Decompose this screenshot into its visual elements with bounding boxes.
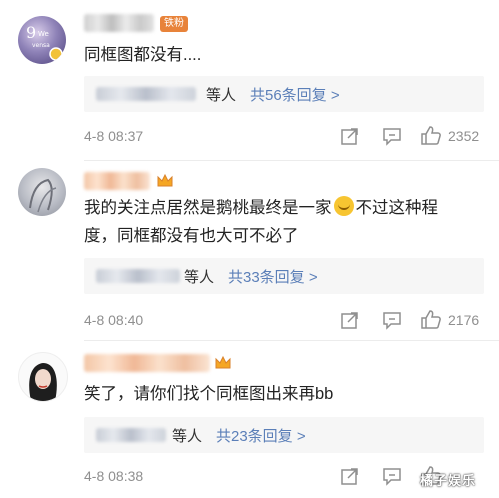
avatar[interactable] xyxy=(18,352,68,402)
comment-icon[interactable] xyxy=(382,126,402,146)
comment-icon[interactable] xyxy=(382,466,402,486)
reply-box[interactable]: 等人 共23条回复 > xyxy=(84,417,484,453)
reply-count-link[interactable]: 共23条回复 > xyxy=(216,425,306,446)
like-count: 2352 xyxy=(448,128,480,144)
username-blurred[interactable] xyxy=(84,354,210,372)
watermark: 橘子娱乐 xyxy=(420,473,477,488)
reply-who: 等人 xyxy=(172,428,203,445)
fan-badge: 铁粉 xyxy=(160,16,188,32)
username-blurred[interactable] xyxy=(84,14,154,32)
reply-names-blurred xyxy=(96,428,166,442)
reply-who: 等人 xyxy=(206,87,237,104)
like-count: 2176 xyxy=(448,312,480,328)
svg-text:We: We xyxy=(38,30,49,38)
comment-text: 我的关注点居然是鹅桃最终是一家 不过这种程 度，同框都没有也大可不必了 xyxy=(84,194,494,250)
comment-time: 4-8 08:38 xyxy=(84,468,144,484)
share-icon[interactable] xyxy=(340,466,360,486)
avatar[interactable]: 9 We vensa xyxy=(18,16,66,64)
reply-who: 等人 xyxy=(184,269,215,286)
comment-item: 我的关注点居然是鹅桃最终是一家 不过这种程 度，同框都没有也大可不必了 等人 共3… xyxy=(0,162,499,342)
avatar[interactable] xyxy=(18,168,66,216)
crown-badge-icon xyxy=(215,355,231,369)
share-icon[interactable] xyxy=(340,126,360,146)
comment-text: 同框图都没有.... xyxy=(84,41,201,69)
like-icon[interactable] xyxy=(420,308,442,330)
reply-names-blurred xyxy=(96,269,180,283)
avatar-art xyxy=(29,363,57,401)
svg-text:9: 9 xyxy=(26,23,36,42)
reply-names-blurred xyxy=(96,87,196,101)
reply-count-link[interactable]: 共56条回复 > xyxy=(250,84,340,105)
comment-text-line: 度，同框都没有也大可不必了 xyxy=(84,227,299,245)
laughing-tears-emoji-icon xyxy=(333,196,354,216)
comment-divider xyxy=(84,340,499,341)
reply-box[interactable]: 等人 共56条回复 > xyxy=(84,76,484,112)
reply-count-link[interactable]: 共33条回复 > xyxy=(228,266,318,287)
comment-text-line: 笑了，请你们找个同框图出来再bb xyxy=(84,385,334,403)
avatar-art xyxy=(29,178,57,213)
svg-text:vensa: vensa xyxy=(32,42,50,49)
crown-badge-icon xyxy=(157,173,173,187)
reply-box[interactable]: 等人 共33条回复 > xyxy=(84,258,484,294)
comment-time: 4-8 08:40 xyxy=(84,312,144,328)
like-icon[interactable] xyxy=(420,124,442,146)
avatar-art: 9 We vensa xyxy=(26,23,63,61)
comment-text-segment: 我的关注点居然是鹅桃最终是一家 xyxy=(84,199,332,217)
comment-text-line: 我的关注点居然是鹅桃最终是一家 不过这种程 xyxy=(84,194,494,222)
comment-icon[interactable] xyxy=(382,310,402,330)
username-blurred[interactable] xyxy=(84,172,150,190)
comment-divider xyxy=(84,160,499,161)
share-icon[interactable] xyxy=(340,310,360,330)
comment-time: 4-8 08:37 xyxy=(84,128,144,144)
comment-text-segment: 不过这种程 xyxy=(355,199,439,217)
comment-item: 9 We vensa 铁粉 同框图都没有.... 等人 共56条回复 > 4-8… xyxy=(0,0,499,160)
comment-text: 笑了，请你们找个同框图出来再bb xyxy=(84,380,333,408)
comment-text-line: 同框图都没有.... xyxy=(84,46,202,64)
